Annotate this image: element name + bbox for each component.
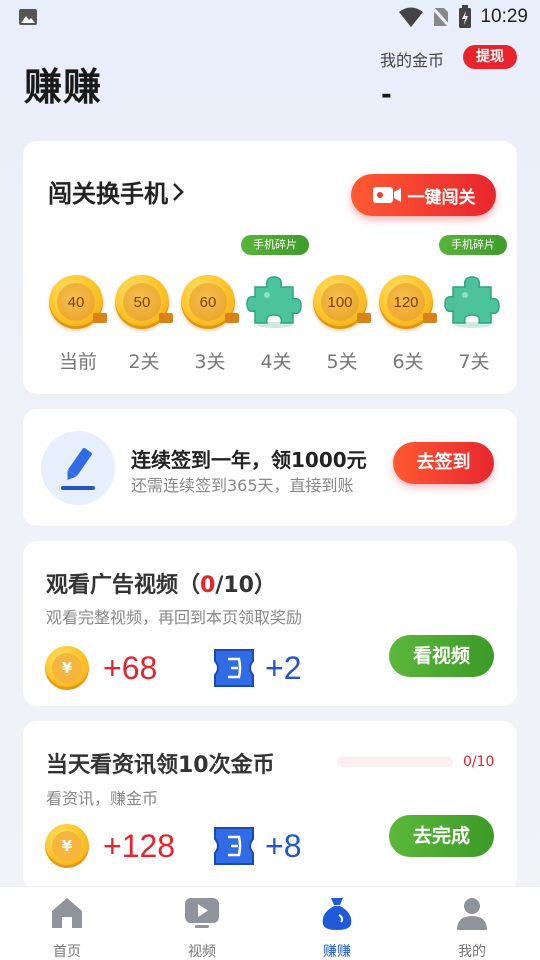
no-sim-icon: [432, 6, 451, 28]
yuan-symbol: ¥: [52, 831, 82, 861]
home-icon: [52, 898, 82, 928]
gold-coin-icon: 50: [115, 275, 173, 329]
level-label: 7关: [458, 351, 490, 373]
level-label: 2关: [128, 351, 160, 373]
level-label: 4关: [260, 351, 292, 373]
level-label: 5关: [326, 351, 358, 373]
my-coins-label: 我的金币: [380, 51, 445, 70]
video-task-rewards: ¥ +68 +2: [45, 645, 301, 691]
signin-subtitle: 还需连续签到365天，直接到账: [131, 476, 354, 495]
coin-badge: [357, 313, 371, 323]
nav-item-home[interactable]: 首页: [27, 893, 107, 960]
video-task-progress-done: 0: [200, 573, 216, 598]
signin-title: 连续签到一年，领1000元: [131, 448, 367, 472]
ticket-reward: +2: [265, 649, 302, 686]
coin-reward: +128: [103, 827, 176, 864]
level-3: 60 3关: [177, 233, 243, 373]
level-5: 100 5关: [309, 233, 375, 373]
coin-amount: 120: [387, 283, 425, 321]
signin-button[interactable]: 去签到: [393, 442, 494, 484]
ticket-icon: [214, 649, 254, 687]
phone-fragment-tag: 手机碎片: [439, 235, 507, 255]
ticket-icon: [214, 827, 254, 865]
gold-coin-icon: 60: [181, 275, 239, 329]
news-task-subtitle: 看资讯，赚金币: [46, 789, 159, 808]
nav-item-earn[interactable]: 赚赚: [297, 893, 377, 960]
coin-badge: [159, 313, 173, 323]
phone-fragment-tag: 手机碎片: [241, 235, 309, 255]
video-task-card: 观看广告视频（0/10） 观看完整视频，再回到本页领取奖励 ¥ +68 +2 看…: [23, 541, 517, 706]
image-icon: [19, 9, 37, 25]
yuan-symbol: ¥: [52, 653, 82, 683]
bottom-nav: 首页 视频 赚赚 我的: [0, 886, 540, 960]
coin-reward: +68: [103, 649, 158, 686]
nav-label-video: 视频: [188, 944, 216, 960]
level-label: 6关: [392, 351, 424, 373]
withdraw-button[interactable]: 提现: [463, 45, 517, 69]
news-progress-bar: [337, 757, 453, 767]
level-label: 3关: [194, 351, 226, 373]
coin-amount: 40: [57, 283, 95, 321]
challenge-card: 闯关换手机 一键闯关 40 当前 50 2关 60 3关 手机碎片 4关 100 5关 120 6关手…: [23, 141, 517, 394]
battery-charging-icon: [459, 5, 472, 28]
gold-coin-icon: 120: [379, 275, 437, 329]
status-time: 10:29: [480, 6, 528, 27]
one-click-challenge-button[interactable]: 一键闯关: [351, 174, 496, 216]
video-task-title-suffix: /10）: [215, 573, 276, 598]
puzzle-piece-icon: [246, 276, 302, 328]
video-task-title: 观看广告视频（0/10）: [46, 567, 276, 599]
news-task-title: 当天看资讯领10次金币: [46, 753, 275, 778]
complete-task-button[interactable]: 去完成: [389, 815, 494, 857]
person-icon: [457, 898, 487, 930]
signin-card: 连续签到一年，领1000元 还需连续签到365天，直接到账 去签到: [23, 409, 517, 526]
watch-video-button[interactable]: 看视频: [389, 635, 494, 677]
gold-coin-icon: 40: [49, 275, 107, 329]
level-4: 手机碎片 4关: [241, 233, 309, 373]
one-click-challenge-label: 一键闯关: [407, 187, 476, 208]
coin-amount: 50: [123, 283, 161, 321]
video-task-title-prefix: 观看广告视频（: [46, 573, 201, 598]
challenge-title-link[interactable]: 闯关换手机: [48, 174, 184, 209]
yuan-coin-icon: ¥: [45, 646, 89, 690]
level-6: 120 6关: [375, 233, 441, 373]
coin-badge: [225, 313, 239, 323]
nav-label-earn: 赚赚: [323, 944, 351, 960]
news-task-card: 当天看资讯领10次金币 0/10 看资讯，赚金币 ¥ +128 +8 去完成: [23, 721, 517, 891]
level-2: 50 2关: [111, 233, 177, 373]
coin-amount: 60: [189, 283, 227, 321]
nav-label-home: 首页: [53, 944, 81, 960]
video-icon: [185, 898, 219, 928]
puzzle-piece-icon: [444, 276, 500, 328]
page-title: 赚赚: [24, 65, 103, 109]
nav-item-video[interactable]: 视频: [162, 893, 242, 960]
level-label: 当前: [58, 351, 97, 373]
chevron-right-icon: [173, 183, 184, 201]
ticket-reward: +8: [265, 827, 302, 864]
level-1: 40 当前: [45, 233, 111, 373]
news-progress-text: 0/10: [463, 754, 495, 770]
yuan-coin-icon: ¥: [45, 824, 89, 868]
money-bag-icon: [322, 898, 352, 930]
pen-icon: [41, 431, 115, 505]
wifi-icon: [399, 7, 424, 27]
challenge-title: 闯关换手机: [48, 180, 168, 208]
coin-balance: -: [381, 80, 392, 110]
video-camera-icon: [372, 187, 401, 203]
video-task-subtitle: 观看完整视频，再回到本页领取奖励: [46, 608, 303, 627]
nav-item-profile[interactable]: 我的: [432, 893, 512, 960]
coin-badge: [93, 313, 107, 323]
coin-badge: [423, 313, 437, 323]
news-task-rewards: ¥ +128 +8: [45, 823, 301, 869]
gold-coin-icon: 100: [313, 275, 371, 329]
coin-amount: 100: [321, 283, 359, 321]
level-track: 40 当前 50 2关 60 3关 手机碎片 4关 100 5关 120 6关 手机碎片 7关: [41, 233, 511, 373]
status-bar: 10:29: [0, 0, 540, 36]
nav-label-profile: 我的: [458, 944, 486, 960]
level-7: 手机碎片 7关: [439, 233, 507, 373]
